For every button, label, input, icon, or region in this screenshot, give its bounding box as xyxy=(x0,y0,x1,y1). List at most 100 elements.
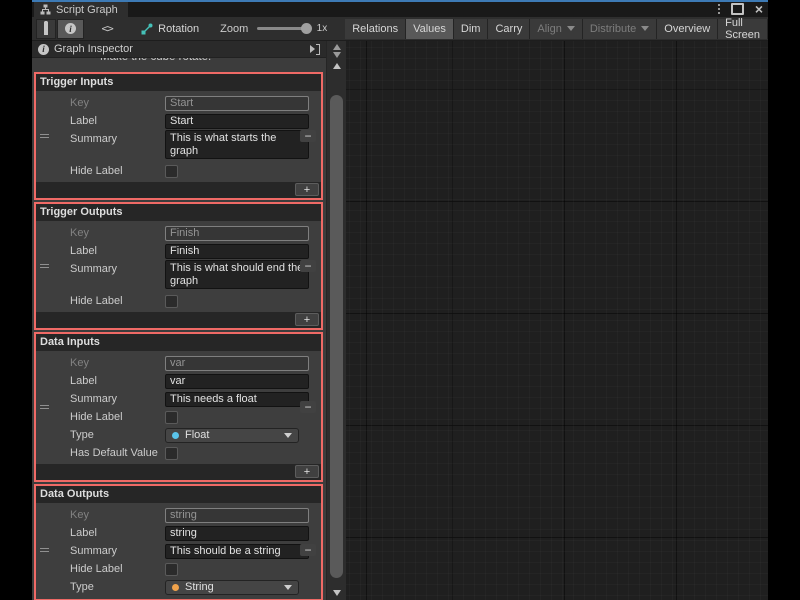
summary-field[interactable]: This needs a float xyxy=(165,392,309,407)
toolbar-button-group: Relations Values Dim Carry Align Distrib… xyxy=(345,19,768,39)
key-field[interactable]: Finish xyxy=(165,226,309,241)
label-label: Label xyxy=(70,372,165,390)
section-data-outputs: Data Outputs − Keystring Labelstring Sum… xyxy=(34,484,323,600)
drag-handle-icon[interactable] xyxy=(40,405,49,409)
summary-field[interactable]: This is what starts the graph xyxy=(165,130,309,159)
window-focus-highlight xyxy=(32,0,768,2)
hide-label-label: Hide Label xyxy=(70,408,165,426)
port-item: − Keystring Labelstring SummaryThis shou… xyxy=(36,503,321,596)
add-port-button[interactable]: + xyxy=(295,465,319,478)
tab-label: Script Graph xyxy=(56,4,118,16)
summary-field[interactable]: This is what should end the graph xyxy=(165,260,309,289)
graph-breadcrumb-rotation[interactable]: Rotation xyxy=(134,19,206,39)
overview-button[interactable]: Overview xyxy=(657,19,718,39)
distribute-dropdown-button[interactable]: Distribute xyxy=(583,19,657,39)
script-graph-window: Script Graph × i <> Rotation Zoom 1x Rel… xyxy=(32,0,768,600)
zoom-value: 1x xyxy=(317,23,328,34)
drag-handle-icon[interactable] xyxy=(40,548,49,552)
dim-button[interactable]: Dim xyxy=(454,19,489,39)
label-field[interactable]: var xyxy=(165,374,309,389)
values-button[interactable]: Values xyxy=(406,19,454,39)
string-type-dot-icon xyxy=(172,584,179,591)
info-icon: i xyxy=(65,23,76,34)
zoom-slider[interactable] xyxy=(257,27,309,30)
drag-handle-icon[interactable] xyxy=(40,264,49,268)
type-dropdown[interactable]: String xyxy=(165,580,299,595)
relations-button[interactable]: Relations xyxy=(345,19,406,39)
type-dropdown[interactable]: Float xyxy=(165,428,299,443)
section-title: Data Inputs xyxy=(36,334,321,351)
tab-script-graph[interactable]: Script Graph xyxy=(34,2,128,17)
zoom-slider-handle[interactable] xyxy=(301,23,312,34)
remove-port-button[interactable]: − xyxy=(300,544,316,556)
section-footer: + xyxy=(36,464,321,480)
remove-port-button[interactable]: − xyxy=(300,401,316,413)
add-port-button[interactable]: + xyxy=(295,313,319,326)
section-footer: + xyxy=(36,312,321,328)
drag-handle-icon[interactable] xyxy=(40,134,49,138)
summary-label: Summary xyxy=(70,130,165,148)
remove-port-button[interactable]: − xyxy=(300,260,316,272)
key-label: Key xyxy=(70,354,165,372)
chevron-down-icon xyxy=(567,26,575,31)
panel-scroll-up-icon[interactable] xyxy=(333,44,341,50)
info-icon: i xyxy=(38,44,49,55)
hide-label-checkbox[interactable] xyxy=(165,411,178,424)
hide-label-checkbox[interactable] xyxy=(165,165,178,178)
section-trigger-inputs: Trigger Inputs − KeyStart LabelStart Sum… xyxy=(34,72,323,200)
dock-panel-icon[interactable] xyxy=(310,44,320,55)
chevron-down-icon xyxy=(641,26,649,31)
remove-port-button[interactable]: − xyxy=(300,130,316,142)
lock-button[interactable] xyxy=(36,19,56,39)
key-field[interactable]: Start xyxy=(165,96,309,111)
carry-button[interactable]: Carry xyxy=(488,19,530,39)
hide-label-label: Hide Label xyxy=(70,162,165,180)
window-menu-icon[interactable] xyxy=(718,4,720,14)
label-field[interactable]: Start xyxy=(165,114,309,129)
graph-icon xyxy=(40,4,51,15)
graph-canvas[interactable] xyxy=(346,41,768,600)
section-title: Data Outputs xyxy=(36,486,321,503)
label-label: Label xyxy=(70,242,165,260)
label-label: Label xyxy=(70,112,165,130)
key-label: Key xyxy=(70,506,165,524)
port-item: − KeyFinish LabelFinish SummaryThis is w… xyxy=(36,221,321,310)
align-dropdown-button[interactable]: Align xyxy=(530,19,582,39)
section-title: Trigger Inputs xyxy=(36,74,321,91)
code-preview-button[interactable]: <> xyxy=(90,19,124,39)
summary-label: Summary xyxy=(70,390,165,408)
add-port-button[interactable]: + xyxy=(295,183,319,196)
hide-label-checkbox[interactable] xyxy=(165,563,178,576)
summary-field[interactable]: This should be a string xyxy=(165,544,309,559)
section-footer: + xyxy=(36,182,321,198)
maximize-icon[interactable] xyxy=(731,3,744,15)
has-default-label: Has Default Value xyxy=(70,444,165,462)
label-field[interactable]: Finish xyxy=(165,244,309,259)
inspector-scrollbar xyxy=(326,41,346,600)
window-controls: × xyxy=(718,2,763,16)
close-icon[interactable]: × xyxy=(755,3,763,15)
graph-toolbar: i <> Rotation Zoom 1x Relations Values D… xyxy=(32,17,768,41)
hide-label-label: Hide Label xyxy=(70,560,165,578)
inspector-title: Graph Inspector xyxy=(54,43,305,55)
graph-inspector-panel: Make the cube rotate. i Graph Inspector … xyxy=(32,41,326,600)
chevron-down-icon xyxy=(284,585,292,590)
key-label: Key xyxy=(70,94,165,112)
panel-scroll-down-icon[interactable] xyxy=(333,52,341,58)
key-field[interactable]: var xyxy=(165,356,309,371)
hide-label-checkbox[interactable] xyxy=(165,295,178,308)
full-screen-button[interactable]: Full Screen xyxy=(718,19,768,39)
scrollbar-up-arrow[interactable] xyxy=(333,63,341,69)
scrollbar-thumb[interactable] xyxy=(330,95,343,578)
scrollbar-down-arrow[interactable] xyxy=(333,590,341,596)
label-field[interactable]: string xyxy=(165,526,309,541)
chevron-down-icon xyxy=(284,433,292,438)
key-label: Key xyxy=(70,224,165,242)
inspector-toggle-button[interactable]: i xyxy=(57,19,84,39)
rotation-breadcrumb-label: Rotation xyxy=(158,23,199,35)
has-default-checkbox[interactable] xyxy=(165,447,178,460)
zoom-label: Zoom xyxy=(220,23,248,35)
key-field[interactable]: string xyxy=(165,508,309,523)
section-data-inputs: Data Inputs − Keyvar Labelvar SummaryThi… xyxy=(34,332,323,482)
summary-label: Summary xyxy=(70,260,165,278)
